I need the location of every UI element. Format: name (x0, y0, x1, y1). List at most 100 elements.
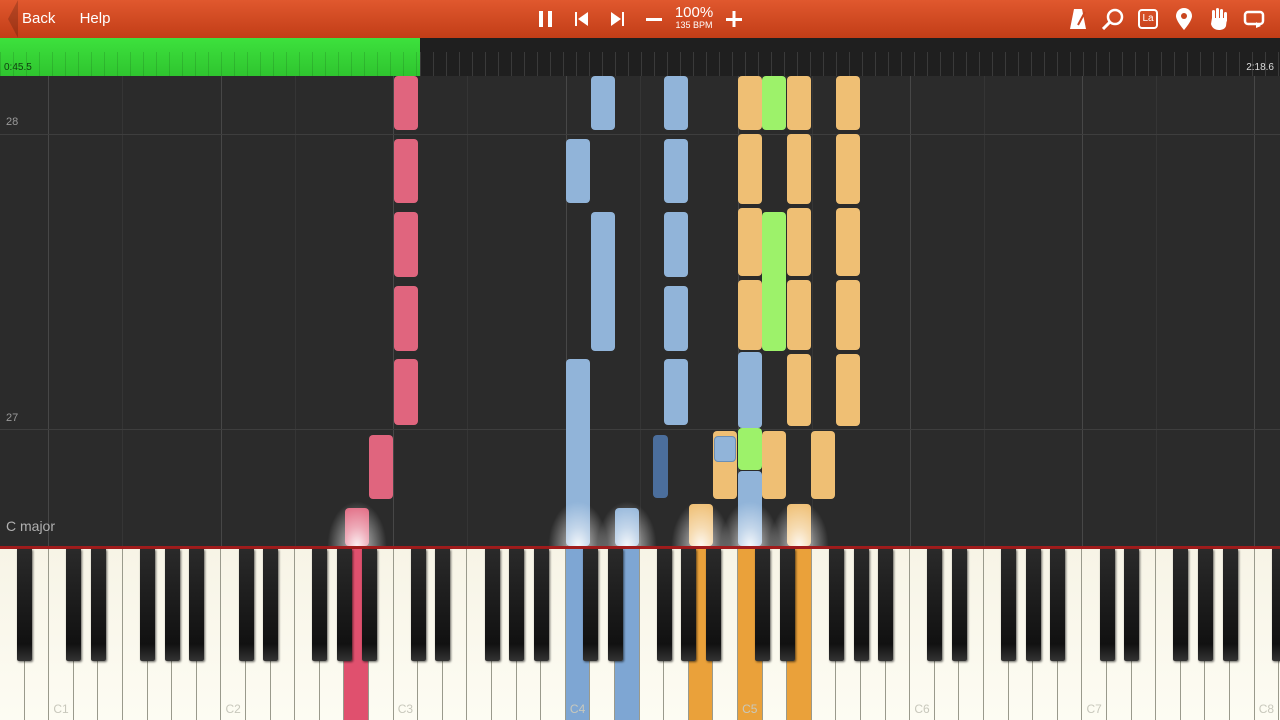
piano-black-key[interactable] (681, 549, 697, 661)
piano-black-key[interactable] (607, 549, 623, 661)
octave-label: C1 (53, 702, 69, 716)
hand-icon[interactable] (1202, 0, 1236, 38)
octave-label: C2 (225, 702, 241, 716)
falling-note (787, 354, 811, 426)
piano-black-key[interactable] (878, 549, 894, 661)
timeline-bar[interactable]: 0:45.5 2:18.6 (0, 38, 1280, 76)
piano-black-key[interactable] (927, 549, 943, 661)
piano-black-key[interactable] (1050, 549, 1066, 661)
measure-number: 27 (6, 412, 19, 424)
skip-back-icon[interactable] (565, 0, 599, 38)
falling-note (787, 280, 811, 350)
piano-roll: 28 27 C major (0, 76, 1280, 546)
piano-black-key[interactable] (1099, 549, 1115, 661)
falling-note (762, 212, 786, 351)
falling-note (394, 359, 418, 425)
falling-note (664, 76, 688, 130)
skip-forward-icon[interactable] (601, 0, 635, 38)
minus-icon[interactable] (637, 0, 671, 38)
note-label-glyph: La (1138, 9, 1158, 29)
falling-note (738, 76, 762, 130)
tempo-bpm: 135 BPM (675, 20, 713, 30)
falling-note (664, 359, 688, 425)
piano-black-key[interactable] (90, 549, 106, 661)
piano-black-key[interactable] (263, 549, 279, 661)
falling-note (762, 76, 786, 130)
piano-black-key[interactable] (66, 549, 82, 661)
falling-note (738, 208, 762, 276)
piano-black-key[interactable] (1001, 549, 1017, 661)
falling-note (762, 431, 786, 499)
total-time: 2:18.6 (1246, 62, 1274, 73)
speed-display[interactable]: 100% 135 BPM (670, 5, 718, 31)
key-signature: C major (6, 518, 56, 534)
piano-black-key[interactable] (435, 549, 451, 661)
piano-black-key[interactable] (509, 549, 525, 661)
falling-note (566, 139, 590, 203)
piano-black-key[interactable] (1197, 549, 1213, 661)
piano-black-key[interactable] (484, 549, 500, 661)
falling-note (738, 352, 762, 428)
piano-black-key[interactable] (582, 549, 598, 661)
piano-black-key[interactable] (238, 549, 254, 661)
location-pin-icon[interactable] (1167, 0, 1201, 38)
piano-black-key[interactable] (1025, 549, 1041, 661)
piano-black-key[interactable] (189, 549, 205, 661)
key-press-glow (327, 501, 387, 546)
piano-black-key[interactable] (828, 549, 844, 661)
falling-note (787, 134, 811, 204)
current-time: 0:45.5 (4, 62, 32, 73)
falling-note (738, 134, 762, 204)
falling-note (836, 134, 860, 204)
falling-note (787, 208, 811, 276)
falling-note (394, 76, 418, 130)
piano-black-key[interactable] (853, 549, 869, 661)
octave-label: C6 (914, 702, 930, 716)
piano-black-key[interactable] (779, 549, 795, 661)
falling-note (664, 212, 688, 277)
piano-black-key[interactable] (656, 549, 672, 661)
falling-note (836, 208, 860, 276)
speed-percent: 100% (674, 4, 714, 21)
piano-black-key[interactable] (951, 549, 967, 661)
falling-note (836, 76, 860, 130)
piano-black-key[interactable] (533, 549, 549, 661)
octave-label: C5 (742, 702, 758, 716)
piano-black-key[interactable] (755, 549, 771, 661)
pause-icon[interactable] (529, 0, 563, 38)
piano-black-key[interactable] (361, 549, 377, 661)
piano-black-key[interactable] (140, 549, 156, 661)
search-icon[interactable] (1096, 0, 1130, 38)
octave-label: C7 (1086, 702, 1102, 716)
falling-note (394, 286, 418, 351)
falling-note (591, 212, 615, 351)
octave-label: C4 (569, 702, 586, 716)
piano-black-key[interactable] (705, 549, 721, 661)
piano-keyboard[interactable]: C1 C2 C3 C4 C5 C6 C7 C8 (0, 546, 1280, 720)
key-press-glow (597, 501, 657, 546)
help-button[interactable]: Help (70, 0, 120, 38)
piano-black-key[interactable] (336, 549, 352, 661)
piano-black-key[interactable] (1173, 549, 1189, 661)
falling-note (811, 431, 835, 499)
loop-icon[interactable] (1237, 0, 1271, 38)
piano-black-key[interactable] (1222, 549, 1238, 661)
falling-note (394, 139, 418, 203)
piano-black-key[interactable] (17, 549, 33, 661)
falling-note (664, 139, 688, 203)
piano-black-key[interactable] (312, 549, 328, 661)
falling-note (836, 280, 860, 350)
measure-number: 28 (6, 116, 19, 128)
back-button[interactable]: Back (8, 0, 72, 38)
falling-note (787, 76, 811, 130)
note-label-icon[interactable]: La (1131, 0, 1165, 38)
falling-note (714, 436, 736, 462)
piano-black-key[interactable] (410, 549, 426, 661)
piano-black-key[interactable] (1124, 549, 1140, 661)
piano-black-key[interactable] (164, 549, 180, 661)
key-press-glow (769, 501, 829, 546)
piano-black-key[interactable] (1271, 549, 1280, 661)
metronome-icon[interactable] (1061, 0, 1095, 38)
plus-icon[interactable] (717, 0, 751, 38)
falling-note (591, 76, 615, 130)
